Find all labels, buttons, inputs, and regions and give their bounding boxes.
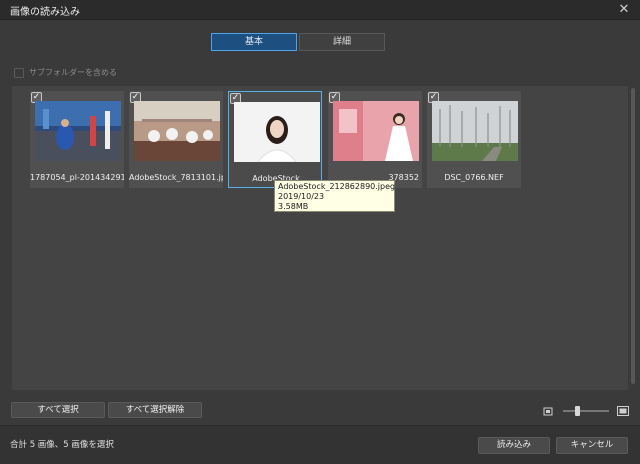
thumbnail-image [432,101,518,161]
tooltip-filesize: 3.58MB [278,202,309,211]
scrollbar-thumb[interactable] [631,88,635,384]
deselect-all-button[interactable]: すべて選択解除 [108,402,202,418]
thumbnail-image [35,101,121,161]
tab-basic[interactable]: 基本 [211,33,297,51]
thumbnail-item[interactable]: ✓ AdobeStock_7813101.jp [129,91,223,188]
tooltip-filename: AdobeStock_212862890.jpeg [278,182,396,191]
window-title: 画像の読み込み [10,7,80,18]
thumbnail-item-selected[interactable]: ✓ AdobeStock [228,91,322,188]
thumbnail-image [333,101,419,161]
file-info-tooltip: AdobeStock_212862890.jpeg 2019/10/23 3.5… [274,180,395,212]
thumbnail-small-icon[interactable] [543,406,553,416]
thumbnail-item[interactable]: ✓ 378352 [328,91,422,188]
thumbnail-image [134,101,220,161]
tab-bar: 基本 詳細 [211,33,385,51]
thumbnail-large-icon[interactable] [617,405,629,417]
thumbnail-filename: DSC_0766.NEF [444,173,504,182]
tooltip-date: 2019/10/23 [278,192,325,201]
include-subfolders-label: サブフォルダーを含める [29,68,117,77]
selection-status: 合計 5 画像、5 画像を選択 [10,440,114,450]
zoom-slider-knob[interactable] [575,406,580,416]
import-button[interactable]: 読み込み [478,437,550,454]
close-icon[interactable]: ✕ [616,2,632,18]
thumbnail-item[interactable]: ✓ DSC_0766.NEF [427,91,521,188]
select-all-button[interactable]: すべて選択 [11,402,105,418]
cancel-button[interactable]: キャンセル [556,437,628,454]
tab-details[interactable]: 詳細 [299,33,385,51]
thumbnail-item[interactable]: ✓ 1787054_pl-2014342915 [30,91,124,188]
title-bar: 画像の読み込み ✕ [0,0,640,20]
include-subfolders-checkbox[interactable] [14,67,24,78]
thumbnail-filename: AdobeStock_7813101.jp [129,173,223,182]
include-subfolders-option: サブフォルダーを含める [14,67,117,78]
thumbnail-image [234,102,320,162]
thumbnail-filename: 1787054_pl-2014342915 [30,173,124,182]
zoom-slider-track[interactable] [563,410,609,412]
